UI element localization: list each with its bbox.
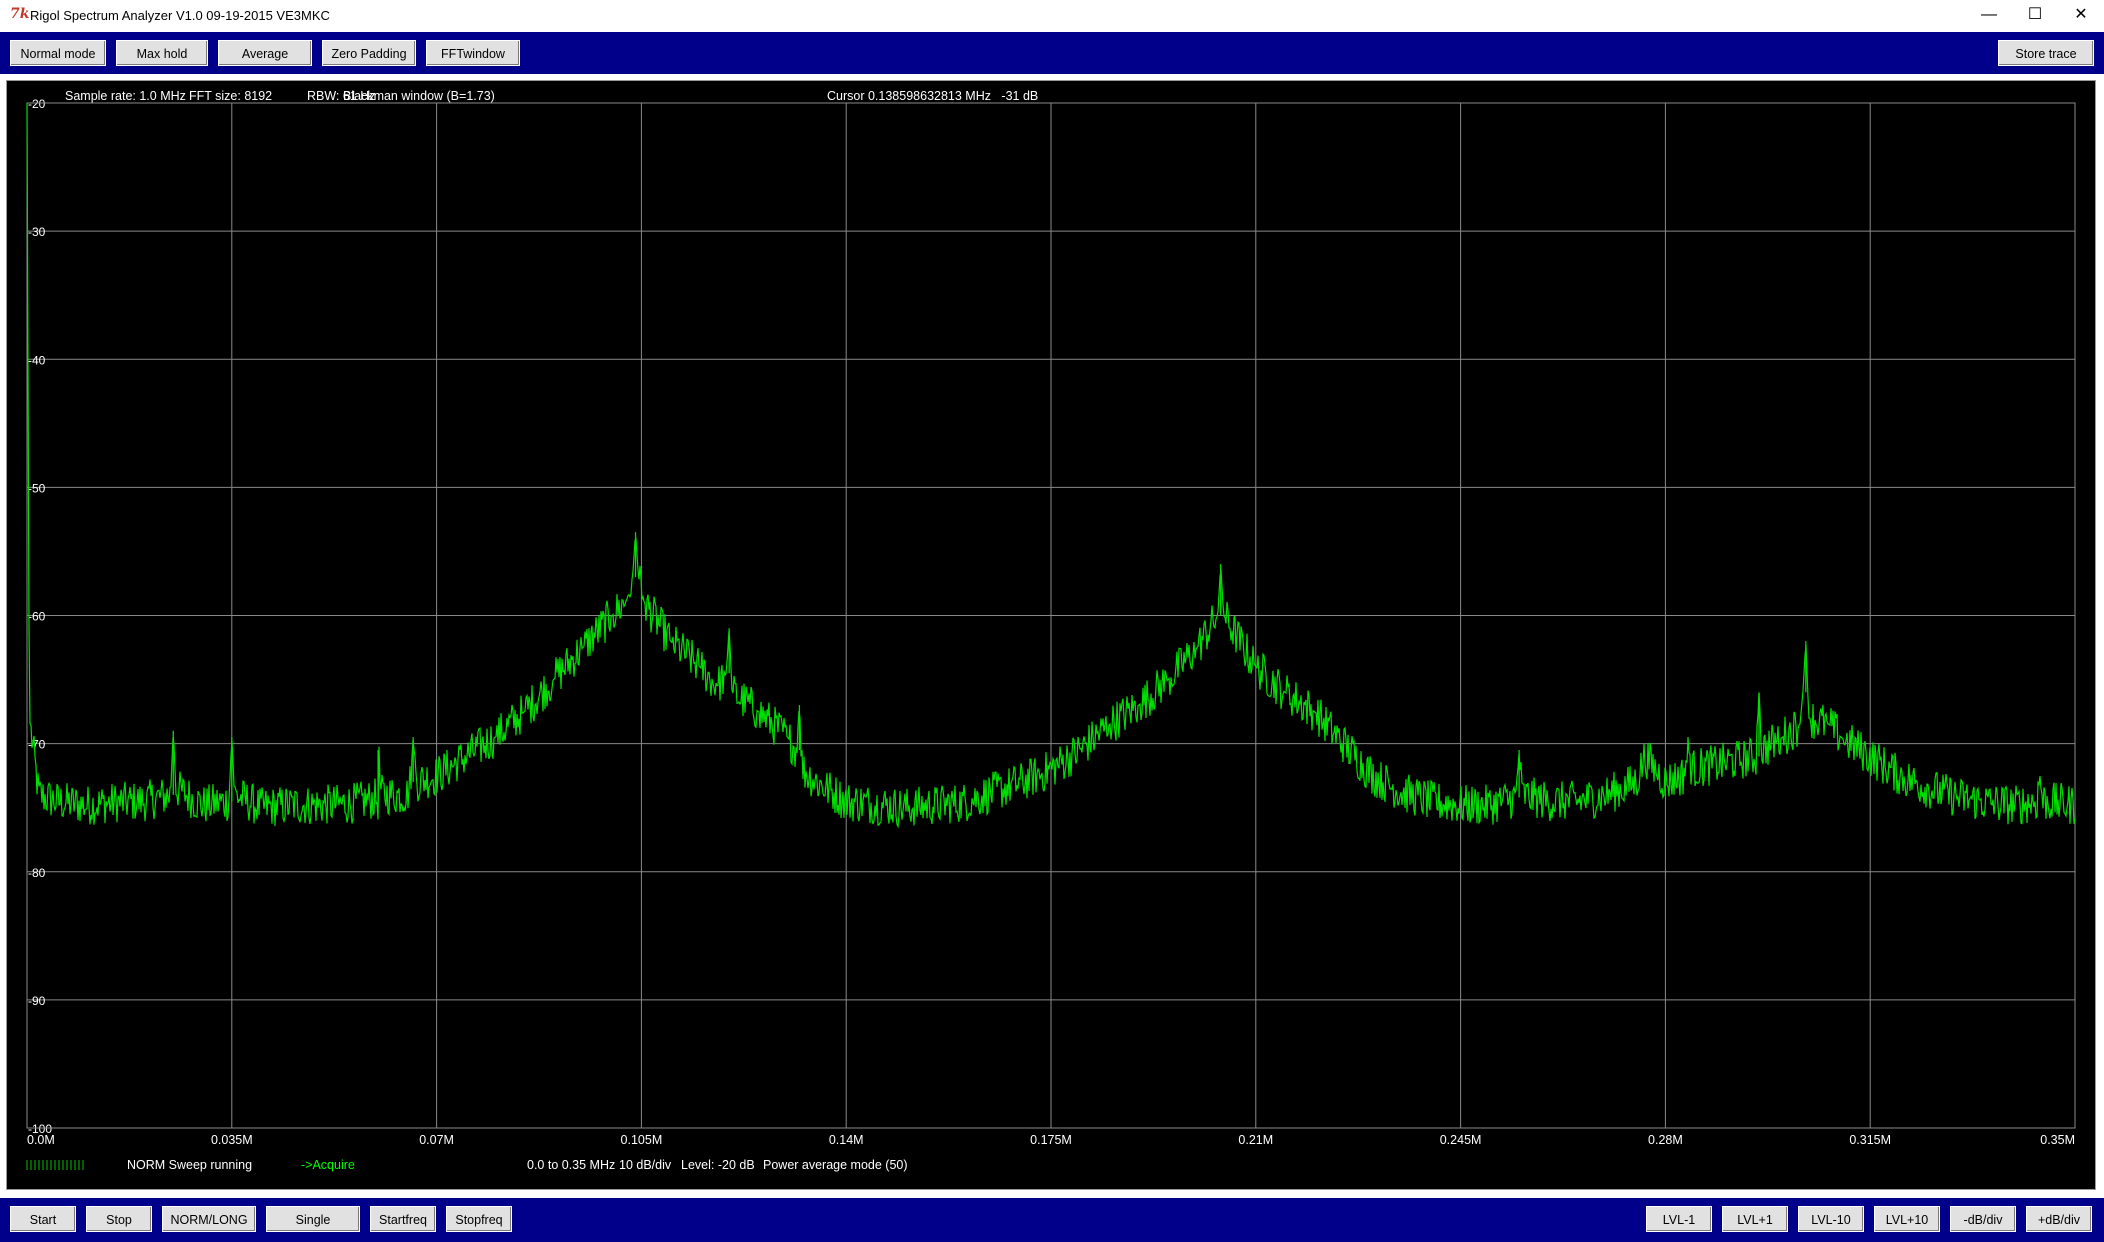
scale-label: 10 dB/div xyxy=(619,1158,672,1172)
norm-long-button[interactable]: NORM/LONG xyxy=(162,1206,256,1232)
x-tick-label: 0.28M xyxy=(1648,1133,1683,1147)
x-tick-label: 0.14M xyxy=(829,1133,864,1147)
sweep-activity-icon xyxy=(26,1160,84,1170)
mode-label: Power average mode (50) xyxy=(763,1158,908,1172)
title-bar: 7k Rigol Spectrum Analyzer V1.0 09-19-20… xyxy=(0,0,2104,33)
x-tick-label: 0.105M xyxy=(621,1133,663,1147)
stop-button[interactable]: Stop xyxy=(86,1206,152,1232)
stopfreq-button[interactable]: Stopfreq xyxy=(446,1206,512,1232)
lvl-plus-1-button[interactable]: LVL+1 xyxy=(1722,1206,1788,1232)
spectrum-display[interactable]: Sample rate: 1.0 MHz FFT size: 8192 RBW:… xyxy=(6,80,2096,1190)
x-tick-label: 0.035M xyxy=(211,1133,253,1147)
x-tick-label: 0.315M xyxy=(1849,1133,1891,1147)
fft-window-button[interactable]: FFTwindow xyxy=(426,40,520,66)
y-tick-label: -30 xyxy=(28,225,46,239)
lvl-minus-10-button[interactable]: LVL-10 xyxy=(1798,1206,1864,1232)
sweep-status: NORM Sweep running xyxy=(127,1158,253,1172)
x-tick-label: 0.07M xyxy=(419,1133,454,1147)
y-tick-label: -80 xyxy=(28,866,46,880)
minimize-button[interactable]: — xyxy=(1966,0,2012,30)
lvl-plus-10-button[interactable]: LVL+10 xyxy=(1874,1206,1940,1232)
x-tick-label: 0.35M xyxy=(2040,1133,2075,1147)
y-tick-label: -100 xyxy=(28,1122,52,1136)
sweep-activity-bar xyxy=(25,1158,87,1175)
startfreq-button[interactable]: Startfreq xyxy=(370,1206,436,1232)
span-label: 0.0 to 0.35 MHz xyxy=(527,1158,616,1172)
normal-mode-button[interactable]: Normal mode xyxy=(10,40,106,66)
x-tick-label: 0.245M xyxy=(1440,1133,1482,1147)
x-tick-label: 0.21M xyxy=(1238,1133,1273,1147)
x-tick-label: 0.175M xyxy=(1030,1133,1072,1147)
close-button[interactable]: ✕ xyxy=(2058,0,2104,30)
plus-db-div-button[interactable]: +dB/div xyxy=(2026,1206,2092,1232)
spectrum-plot[interactable]: 0.0M 0.035M 0.07M 0.105M 0.14M 0.175M 0.21M 0.2… xyxy=(7,81,2095,1189)
app-icon: 7k xyxy=(10,6,30,22)
max-hold-button[interactable]: Max hold xyxy=(116,40,208,66)
window-title: Rigol Spectrum Analyzer V1.0 09-19-2015 … xyxy=(30,8,330,23)
bottom-toolbar: Start Stop NORM/LONG Single Startfreq St… xyxy=(0,1198,2104,1242)
y-tick-label: -40 xyxy=(28,353,46,367)
acquire-status: ->Acquire xyxy=(301,1158,355,1172)
top-toolbar: Normal mode Max hold Average Zero Paddin… xyxy=(0,32,2104,74)
y-tick-label: -70 xyxy=(28,738,46,752)
y-tick-label: -20 xyxy=(28,97,46,111)
y-tick-label: -60 xyxy=(28,610,46,624)
minus-db-div-button[interactable]: -dB/div xyxy=(1950,1206,2016,1232)
start-button[interactable]: Start xyxy=(10,1206,76,1232)
zero-padding-button[interactable]: Zero Padding xyxy=(322,40,416,66)
maximize-button[interactable]: ☐ xyxy=(2012,0,2058,30)
y-tick-label: -50 xyxy=(28,481,46,495)
average-button[interactable]: Average xyxy=(218,40,312,66)
store-trace-button[interactable]: Store trace xyxy=(1998,40,2094,66)
y-tick-label: -90 xyxy=(28,994,46,1008)
level-label: Level: -20 dB xyxy=(681,1158,755,1172)
single-button[interactable]: Single xyxy=(266,1206,360,1232)
lvl-minus-1-button[interactable]: LVL-1 xyxy=(1646,1206,1712,1232)
